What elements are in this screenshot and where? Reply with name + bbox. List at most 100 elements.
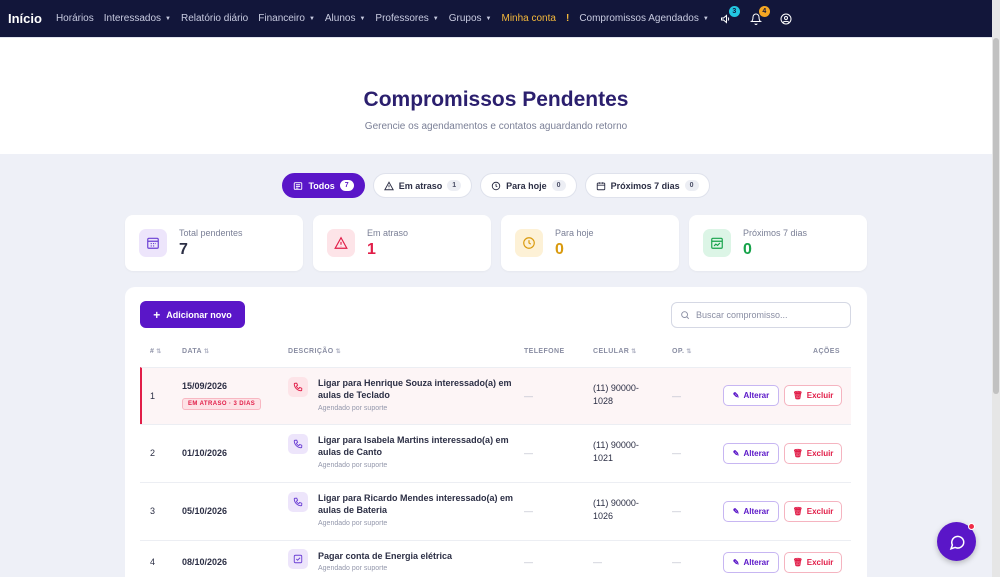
search-icon [681, 311, 690, 320]
row-subtitle: Agendado por suporte [318, 565, 388, 572]
announcements-button[interactable]: 3 [719, 5, 740, 26]
sort-icon: ⇅ [204, 349, 210, 355]
row-num: 3 [150, 506, 156, 516]
phone-icon [288, 434, 308, 454]
search-input[interactable] [696, 310, 836, 320]
delete-button[interactable]: 🗑 Excluir [784, 443, 842, 464]
brand-home-link[interactable]: Início [8, 11, 42, 26]
nav-horarios-label: Horários [55, 13, 94, 24]
row-mobile: (11) 90000-1026 [593, 498, 639, 521]
tab-proximos-label: Próximos 7 dias [610, 180, 680, 191]
row-phone: — [524, 448, 533, 458]
table-row: 1 15/09/2026 EM ATRASO · 3 DIAS Ligar pa… [140, 367, 851, 424]
stat-em-atraso: Em atraso 1 [313, 215, 491, 271]
edit-button[interactable]: ✎ Alterar [723, 552, 779, 573]
add-new-button[interactable]: + Adicionar novo [140, 301, 245, 328]
calendar-chart-icon [703, 229, 731, 257]
page-title: Compromissos Pendentes [363, 88, 629, 111]
nav-interessados-label: Interessados [103, 13, 162, 24]
trash-icon: 🗑 [792, 391, 803, 400]
nav-minha-conta[interactable]: Minha conta [501, 13, 555, 24]
row-title: Ligar para Ricardo Mendes interessado(a)… [318, 493, 514, 515]
col-op[interactable]: OP. ⇅ [672, 348, 692, 355]
nav-compromissos-label: Compromissos Agendados [579, 13, 699, 24]
edit-icon: ✎ [732, 391, 740, 400]
nav-interessados[interactable]: Interessados ▼ [104, 13, 171, 24]
edit-button[interactable]: ✎ Alterar [723, 501, 779, 522]
row-op: — [672, 448, 681, 458]
stat-para-hoje: Para hoje 0 [501, 215, 679, 271]
calendar-grid-icon [139, 229, 167, 257]
chat-bubble-icon [949, 535, 965, 550]
notifications-button[interactable]: 4 [749, 5, 770, 26]
tab-em-atraso[interactable]: Em atraso 1 [372, 173, 473, 198]
delete-button[interactable]: 🗑 Excluir [784, 385, 842, 406]
stat-value: 7 [179, 240, 188, 258]
nav-horarios[interactable]: Horários [56, 13, 94, 24]
col-mobile[interactable]: CELULAR ⇅ [593, 348, 637, 355]
stat-value: 0 [555, 240, 564, 258]
tab-proximos-7-dias[interactable]: Próximos 7 dias 0 [584, 173, 710, 198]
row-subtitle: Agendado por suporte [318, 520, 388, 527]
tab-em-atraso-count: 1 [447, 180, 462, 191]
sort-icon: ⇅ [631, 349, 637, 355]
tab-todos[interactable]: Todos 7 [282, 173, 365, 198]
stat-label: Em atraso [367, 227, 409, 238]
trash-icon: 🗑 [792, 449, 803, 458]
nav-grupos-label: Grupos [448, 13, 482, 24]
nav-compromissos-agendados[interactable]: Compromissos Agendados ▼ [579, 13, 708, 24]
col-date[interactable]: DATA ⇅ [182, 348, 209, 355]
edit-label: Alterar [743, 449, 770, 458]
edit-label: Alterar [743, 507, 770, 516]
delete-button[interactable]: 🗑 Excluir [784, 501, 842, 522]
nav-financeiro[interactable]: Financeiro ▼ [258, 13, 315, 24]
nav-relatorio-diario[interactable]: Relatório diário [181, 13, 248, 24]
edit-button[interactable]: ✎ Alterar [723, 443, 779, 464]
stat-value: 0 [743, 240, 752, 258]
chat-button[interactable] [937, 522, 976, 561]
table-header: # ⇅ DATA ⇅ DESCRIÇÃO ⇅ TELEFONE CELULAR ⇅ OP… [140, 348, 851, 366]
page-header: Compromissos Pendentes Gerencie os agend… [0, 37, 992, 154]
tab-em-atraso-label: Em atraso [398, 180, 443, 191]
nav-professores[interactable]: Professores ▼ [375, 13, 438, 24]
col-phone: TELEFONE [524, 348, 565, 355]
plus-icon: + [153, 307, 161, 322]
page-scrollbar[interactable] [992, 0, 1000, 577]
stats-row: Total pendentes 7 Em atraso 1 Para hoje … [125, 215, 867, 271]
nav-alunos[interactable]: Alunos ▼ [325, 13, 366, 24]
stat-proximos-7-dias: Próximos 7 dias 0 [689, 215, 867, 271]
chevron-down-icon: ▼ [485, 15, 492, 22]
col-description[interactable]: DESCRIÇÃO ⇅ [288, 348, 341, 355]
row-num: 4 [150, 557, 156, 567]
page-subtitle: Gerencie os agendamentos e contatos agua… [364, 121, 628, 132]
row-title: Pagar conta de Energia elétrica [318, 551, 453, 561]
tab-para-hoje[interactable]: Para hoje 0 [480, 173, 577, 198]
row-phone: — [524, 391, 533, 401]
user-menu-button[interactable] [779, 12, 793, 26]
chevron-down-icon: ▼ [359, 15, 366, 22]
col-num[interactable]: # ⇅ [150, 348, 162, 355]
tab-proximos-count: 0 [684, 180, 699, 191]
chevron-down-icon: ▼ [308, 15, 315, 22]
row-num: 1 [150, 391, 156, 401]
table-row: 4 08/10/2026 Pagar conta de Energia elét… [140, 540, 851, 577]
edit-label: Alterar [743, 558, 770, 567]
edit-button[interactable]: ✎ Alterar [723, 385, 779, 406]
chevron-down-icon: ▼ [432, 15, 439, 22]
sort-icon: ⇅ [686, 349, 692, 355]
top-navbar: Início Horários Interessados ▼ Relatório … [0, 0, 992, 37]
clock-icon [491, 181, 501, 190]
add-new-label: Adicionar novo [166, 309, 232, 320]
warning-icon [327, 229, 355, 257]
stat-value: 1 [367, 240, 376, 258]
delete-button[interactable]: 🗑 Excluir [784, 552, 842, 573]
warning-icon [383, 180, 394, 190]
checkbox-icon [288, 549, 308, 569]
nav-warning-indicator[interactable]: ! [566, 13, 569, 24]
row-date: 01/10/2026 [182, 448, 228, 458]
tab-todos-count: 7 [339, 180, 354, 191]
row-num: 2 [150, 448, 156, 458]
scrollbar-thumb[interactable] [993, 38, 999, 394]
search-box[interactable] [671, 302, 851, 328]
nav-grupos[interactable]: Grupos ▼ [449, 13, 492, 24]
